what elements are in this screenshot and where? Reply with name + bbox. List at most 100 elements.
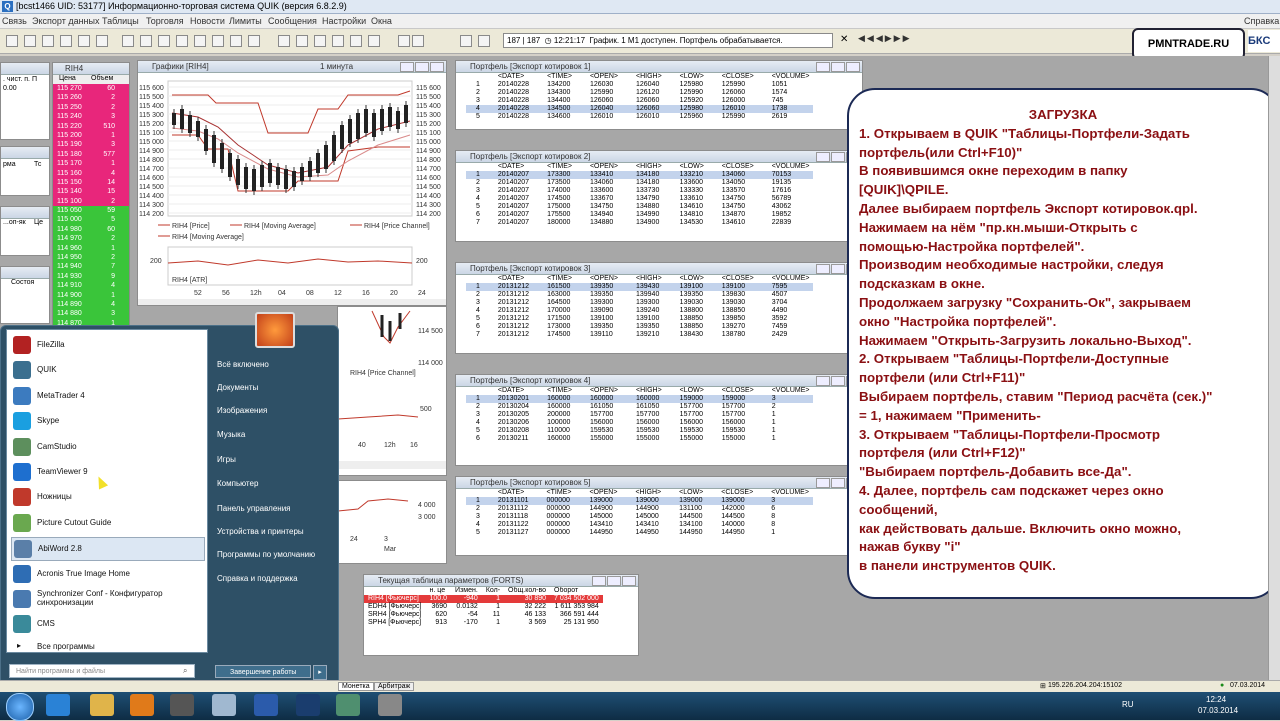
explorer-icon[interactable] [90, 694, 114, 716]
word-icon[interactable] [254, 694, 278, 716]
table-row[interactable]: 3 20140228 134400 126060 126060 125920 126000 7… [466, 97, 813, 105]
table-row[interactable]: 5 20140207 175000 134750 134880 134610 134750 4… [466, 203, 813, 211]
portfolio-column-header[interactable]: <TIME> [533, 275, 576, 283]
scanner-icon[interactable] [170, 694, 194, 716]
chart-window[interactable]: Графики [RIH4] 1 минута 115 600 115 600 11… [137, 60, 447, 306]
chart-settings-icon[interactable] [460, 35, 472, 47]
table-row[interactable]: RIH4 [Фьючерс] 100.0 -940 1 30 890 7 034 502 … [364, 595, 603, 603]
calculator-icon[interactable] [212, 694, 236, 716]
portfolio-column-header[interactable]: <DATE> [484, 387, 533, 395]
orderbook-row[interactable]: 114 890 4 [53, 299, 129, 310]
menu-messages[interactable]: Сообщения [268, 16, 317, 26]
orderbook-row[interactable]: 115 000 5 [53, 215, 129, 225]
table-row[interactable]: 6 20131212 173000 139350 139350 138850 139270 7… [466, 323, 813, 331]
start-menu-program[interactable]: Skype [11, 410, 203, 432]
crosshair-icon[interactable] [368, 35, 380, 47]
portfolio-column-header[interactable]: <LOW> [666, 275, 708, 283]
table-row[interactable]: 2 20131112 000000 144900 144900 131100 142000 6 [466, 505, 813, 513]
orderbook-row[interactable]: 115 140 15 [53, 187, 129, 197]
orderbook-window[interactable]: RIH4 Цена Объем 115 270 60 115 260 2 115 250… [52, 62, 130, 330]
window-controls[interactable] [399, 62, 444, 72]
portfolio-column-header[interactable]: <HIGH> [622, 387, 666, 395]
table-row[interactable]: 3 20140207 174000 133600 133730 133330 133570 1… [466, 187, 813, 195]
menu-windows[interactable]: Окна [371, 16, 392, 26]
workspace-scrollbar[interactable] [1268, 56, 1280, 680]
orderbook-row[interactable]: 115 250 2 [53, 102, 129, 113]
font-icon[interactable] [230, 35, 242, 47]
window-controls[interactable] [815, 62, 860, 72]
table-row[interactable]: 4 20140207 174500 133670 134790 133610 134750 5… [466, 195, 813, 203]
orderbook-row[interactable]: 115 220 510 [53, 121, 129, 131]
windows-start-button[interactable] [6, 693, 34, 721]
connect-icon[interactable] [6, 35, 18, 47]
chart-line-icon[interactable] [296, 35, 308, 47]
start-menu-program[interactable]: CMS [11, 613, 203, 635]
menu-connection[interactable]: Связь [2, 16, 27, 26]
portfolio-window[interactable]: Портфель [Экспорт котировок 3] <DATE> <TIM… [455, 262, 863, 354]
portfolio-column-header[interactable]: <DATE> [484, 163, 533, 171]
table-row[interactable]: EDH4 [Фьючерс] 3690 0.0132 1 32 222 1 611 353… [364, 603, 603, 611]
table-row[interactable]: 7 20131212 174500 139110 139210 138430 138780 2… [466, 331, 813, 339]
start-menu-program[interactable]: MetaTrader 4 [11, 385, 203, 407]
table-row[interactable]: SPH4 [Фьючерс] 913 -170 1 3 569 25 131 950 [364, 619, 603, 627]
outlook-icon[interactable] [130, 694, 154, 716]
start-menu-link[interactable]: Музыка [217, 430, 245, 439]
portfolio-column-header[interactable]: <LOW> [666, 163, 708, 171]
orderbook-row[interactable]: 115 150 14 [53, 177, 129, 188]
start-menu-program[interactable]: Synchronizer Conf - Конфигуратор синхрон… [11, 588, 203, 610]
chart-type-icon[interactable] [478, 35, 490, 47]
portfolio-column-header[interactable]: <DATE> [484, 275, 533, 283]
lower-chart[interactable]: 114 500 114 000RIH4 [Price Channel] 500 40 1… [338, 307, 446, 475]
orderbook-row[interactable]: 114 930 9 [53, 271, 129, 282]
tab-monetka[interactable]: Монетка [338, 682, 374, 691]
table-row[interactable]: 2 20131212 163000 139350 139940 139350 139830 4… [466, 291, 813, 299]
start-menu-link[interactable]: Документы [217, 383, 258, 392]
menu-export[interactable]: Экспорт данных [32, 16, 99, 26]
portfolio-column-header[interactable]: <OPEN> [576, 275, 622, 283]
chart-bar-icon[interactable] [314, 35, 326, 47]
tab-arbitrage[interactable]: Арбитраж [374, 682, 415, 691]
portfolio-column-header[interactable]: <TIME> [533, 387, 576, 395]
start-menu-link[interactable]: Игры [217, 455, 236, 464]
zoom-in-icon[interactable] [332, 35, 344, 47]
edit-icon[interactable] [194, 35, 206, 47]
start-menu-link[interactable]: Панель управления [217, 504, 291, 513]
zoom-out-icon[interactable] [350, 35, 362, 47]
all-programs-button[interactable]: ▸ Все программы [11, 636, 203, 658]
orderbook-row[interactable]: 115 240 3 [53, 112, 129, 122]
table-row[interactable]: 1 20131212 161500 139350 139430 139100 139100 7… [466, 283, 814, 291]
shutdown-button[interactable]: Завершение работы [215, 665, 311, 678]
portfolio-column-header[interactable]: <DATE> [484, 73, 533, 81]
window-taskbar-icon[interactable] [378, 694, 402, 716]
portfolio-column-header[interactable]: <CLOSE> [708, 275, 758, 283]
orderbook-row[interactable]: 114 950 2 [53, 253, 129, 263]
portfolio-column-header[interactable]: <TIME> [533, 163, 576, 171]
portfolio-column-header[interactable]: <VOLUME> [758, 163, 814, 171]
start-menu-program[interactable]: FileZilla [11, 334, 203, 356]
quik-taskbar-icon[interactable] [336, 694, 360, 716]
orderbook-row[interactable]: 115 170 1 [53, 159, 129, 169]
menu-trading[interactable]: Торговля [146, 16, 184, 26]
refresh-icon[interactable] [140, 35, 152, 47]
table-row[interactable]: 4 20130206 100000 156000 156000 156000 156000 1 [466, 419, 813, 427]
table-row[interactable]: 5 20131127 000000 144950 144950 144950 144950 1 [466, 529, 813, 537]
orderbook-row[interactable]: 115 160 4 [53, 168, 129, 178]
start-menu-link[interactable]: Программы по умолчанию [217, 550, 315, 559]
taskbar-date[interactable]: 07.03.2014 [1198, 706, 1238, 715]
portfolio-column-header[interactable]: <CLOSE> [708, 387, 758, 395]
orderbook-row[interactable]: 115 180 577 [53, 149, 129, 160]
table-row[interactable]: 1 20131101 000000 139000 139000 139000 139000 3 [466, 497, 813, 505]
orderbook-row[interactable]: 114 970 2 [53, 234, 129, 244]
table-row[interactable]: 6 20140207 175500 134940 134990 134810 134870 1… [466, 211, 813, 219]
window-controls[interactable] [591, 576, 636, 586]
portfolio-column-header[interactable]: <TIME> [533, 489, 576, 497]
lower-chart-window-2[interactable]: 4 000 3 000 24 3 Mar [337, 480, 447, 564]
chart-icon[interactable] [278, 35, 290, 47]
table-row[interactable]: 4 20131122 000000 143410 143410 134100 140000 8 [466, 521, 813, 529]
message-field[interactable]: 187 | 187 ◷ 12:21:17 График. 1 M1 доступ… [503, 33, 833, 48]
pointer-icon[interactable] [412, 35, 424, 47]
portfolio-window[interactable]: Портфель [Экспорт котировок 4] <DATE> <TIM… [455, 374, 863, 466]
portfolio-window[interactable]: Портфель [Экспорт котировок 2] <DATE> <TIM… [455, 150, 863, 242]
orderbook-row[interactable]: 115 100 2 [53, 196, 129, 207]
nav-arrows-icon[interactable]: ◀◀◀▶▶▶ [858, 33, 912, 44]
